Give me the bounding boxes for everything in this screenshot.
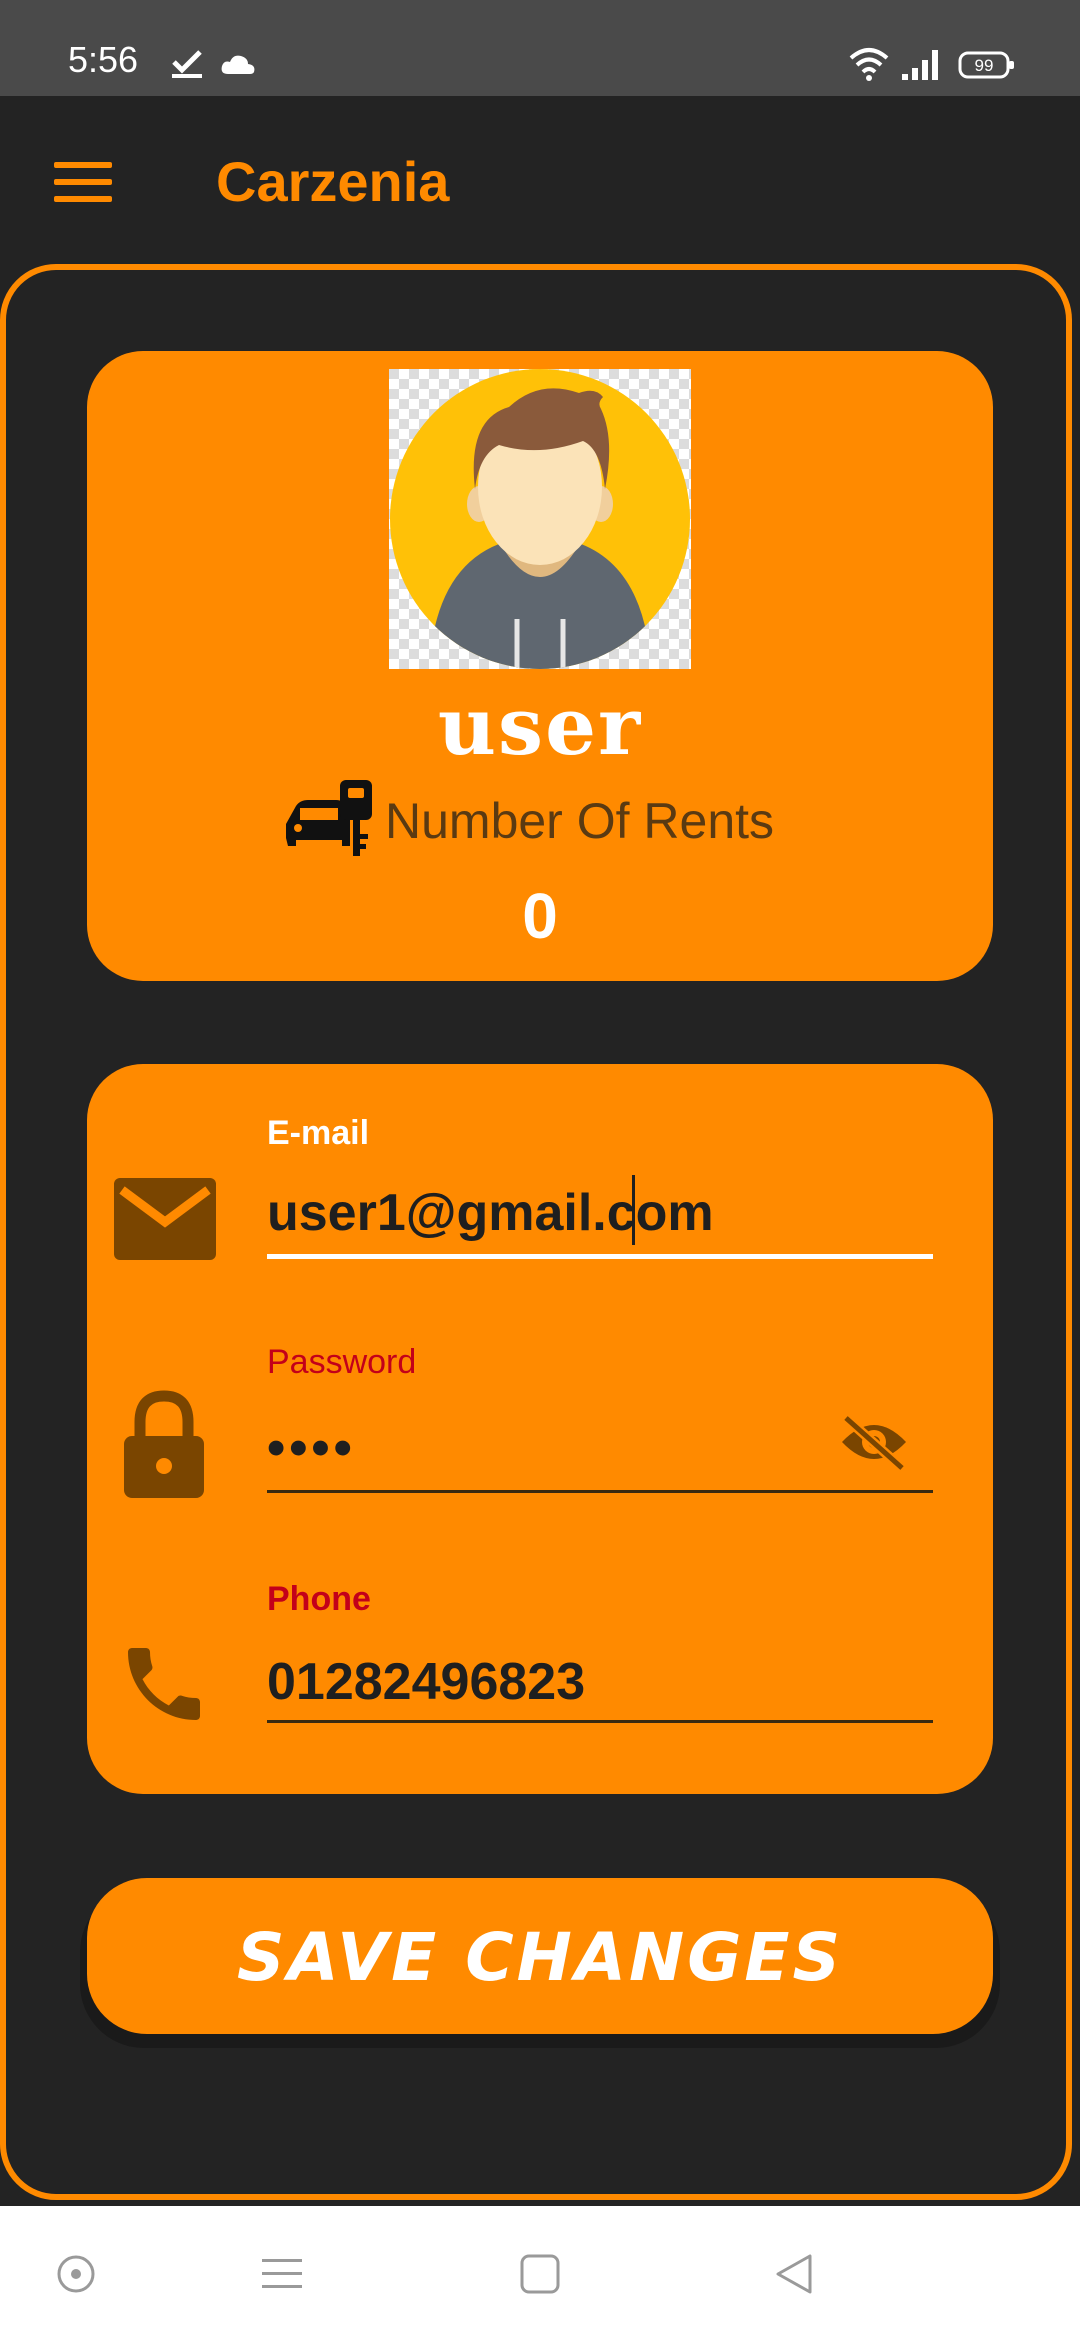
recents-menu-icon[interactable] (262, 2256, 302, 2292)
phone-icon (128, 1648, 200, 1720)
signal-icon (902, 50, 938, 80)
circle-home-icon[interactable] (56, 2254, 96, 2294)
car-key-icon (286, 780, 372, 856)
rents-count: 0 (522, 880, 558, 952)
phone-label: Phone (267, 1580, 371, 1618)
rents-label: Number Of Rents (385, 793, 775, 849)
svg-text:99: 99 (975, 56, 994, 75)
app-bar (0, 96, 1080, 264)
password-underline (267, 1490, 933, 1493)
menu-icon[interactable] (54, 160, 114, 204)
text-caret (632, 1175, 635, 1245)
mail-icon (114, 1178, 216, 1260)
email-input[interactable]: user1@gmail.com (267, 1183, 714, 1243)
wifi-icon (849, 48, 889, 81)
save-changes-label: SAVE CHANGES (236, 1919, 844, 1996)
back-triangle-icon[interactable] (774, 2252, 814, 2296)
phone-input[interactable]: 01282496823 (267, 1652, 585, 1712)
password-label: Password (267, 1343, 417, 1381)
status-time: 5:56 (68, 39, 139, 80)
email-label: E-mail (267, 1114, 370, 1152)
visibility-off-icon[interactable] (838, 1414, 910, 1470)
avatar (389, 369, 691, 669)
cloud-icon (221, 55, 255, 74)
battery-icon: 99 (958, 51, 1014, 79)
check-icon (172, 50, 202, 78)
app-title: Carzenia (216, 150, 450, 213)
phone-underline (267, 1720, 933, 1723)
email-underline (267, 1254, 933, 1259)
password-input[interactable]: •••• (267, 1418, 356, 1478)
profile-username: user (437, 679, 643, 773)
lock-icon (124, 1390, 204, 1498)
square-home-icon[interactable] (520, 2254, 560, 2294)
